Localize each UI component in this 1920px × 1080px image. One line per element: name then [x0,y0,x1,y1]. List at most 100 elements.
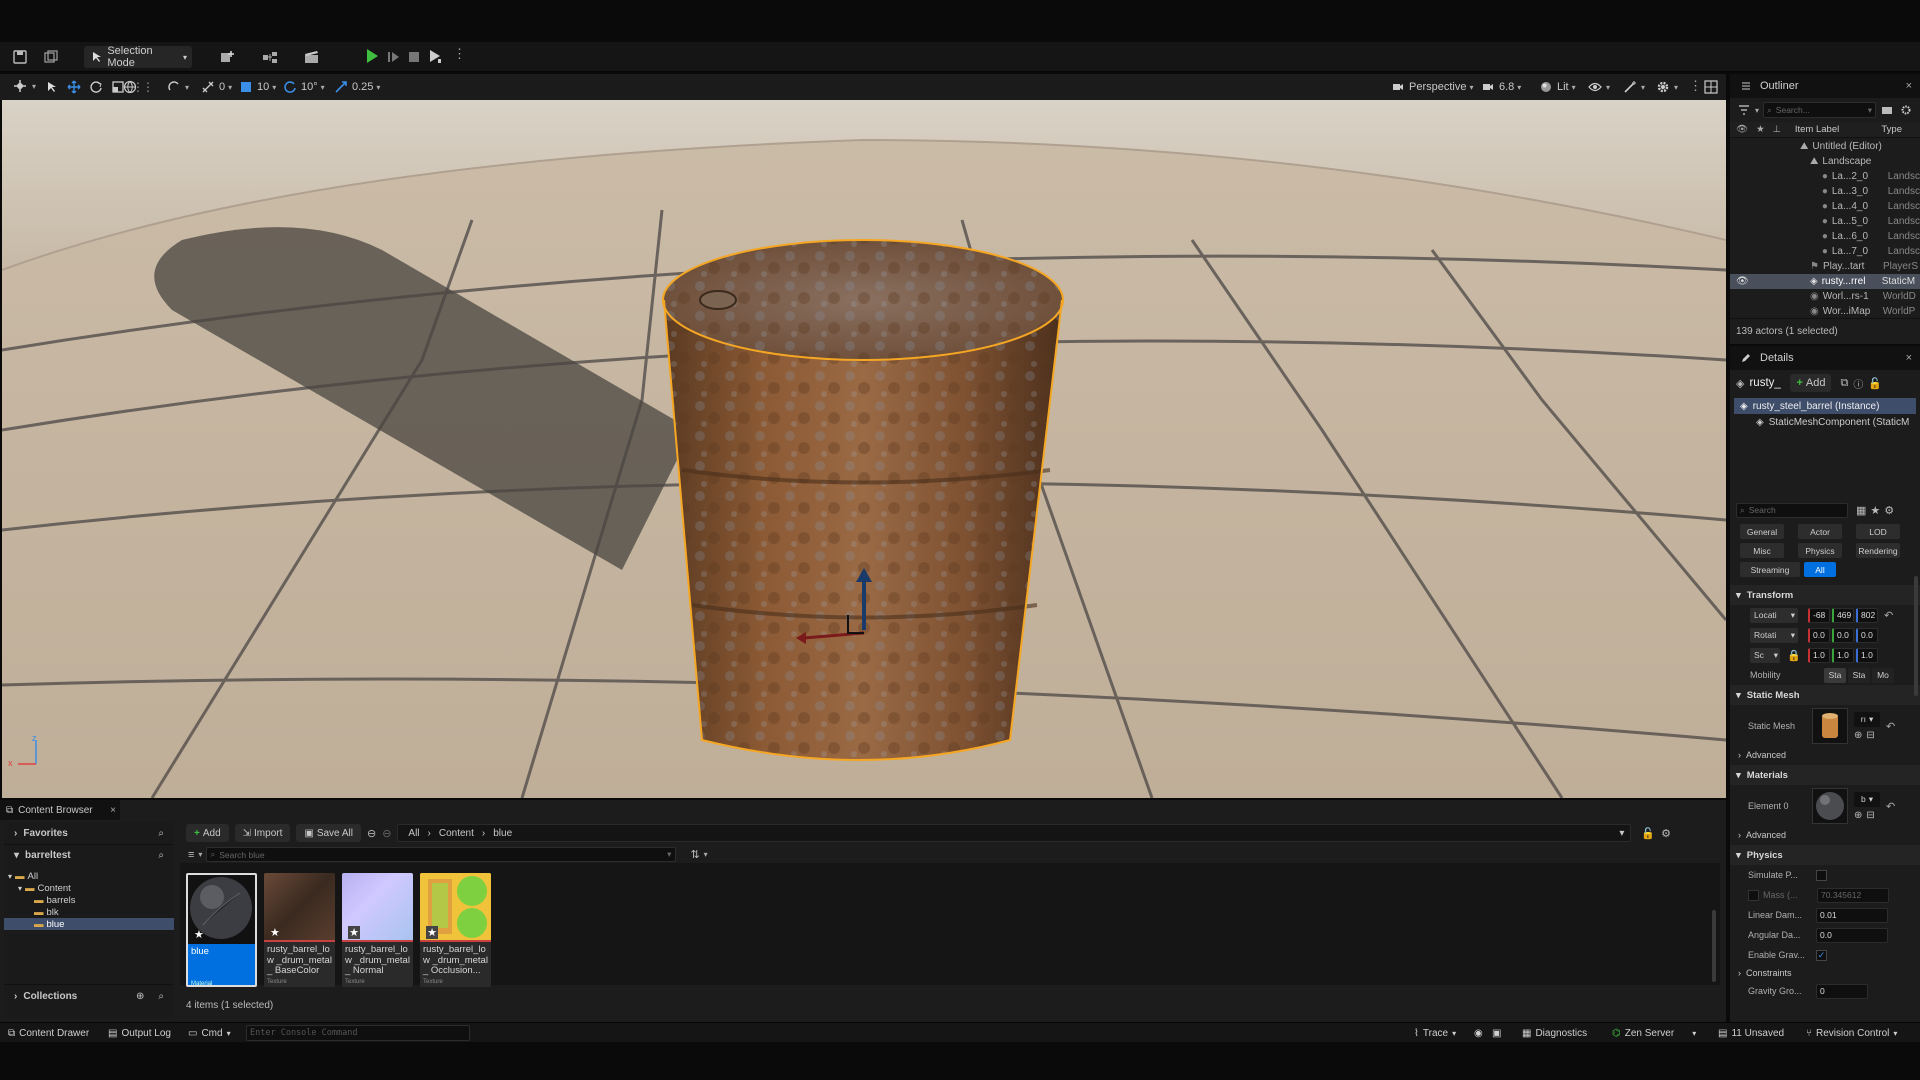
browse-icon[interactable]: ⊕ [1854,810,1862,821]
unsaved-button[interactable]: ▤ 11 Unsaved [1718,1023,1784,1043]
physics-section[interactable]: ▾ Physics [1730,845,1920,865]
list-item[interactable]: ● La...2_0 Landsc [1730,169,1920,184]
output-log-button[interactable]: ▤ Output Log [108,1023,171,1043]
blueprint-icon[interactable] [262,49,278,65]
save-icon[interactable] [12,49,28,65]
mobility-movable[interactable]: Mo [1872,667,1894,683]
scale-x-field[interactable]: 1.0 [1808,647,1830,663]
grid-snap-toggle[interactable]: 0 ▾ [200,79,232,95]
scale-z-field[interactable]: 1.0 [1856,647,1878,663]
static-mesh-advanced[interactable]: › Advanced [1730,747,1920,763]
reset-icon[interactable]: ↶ [1886,800,1895,813]
close-icon[interactable]: × [110,805,116,816]
search-icon[interactable]: ⌕ [158,850,164,861]
grid-size-toggle[interactable]: 10 ▾ [238,79,276,95]
static-mesh-dropdown[interactable]: rı ▾ [1854,711,1880,727]
materials-section[interactable]: ▾ Materials [1730,765,1920,785]
world-local-icon[interactable] [122,79,138,95]
list-item[interactable]: ⛰ Untitled (Editor) [1730,139,1920,154]
constraints-section[interactable]: › Constraints [1730,965,1920,981]
use-selected-icon[interactable]: ⊟ [1866,730,1874,741]
grid-view-icon[interactable]: ▦ [1856,504,1866,517]
rotation-z-field[interactable]: 0.0 [1856,627,1878,643]
reset-icon[interactable]: ↶ [1886,720,1895,733]
browse-icon[interactable]: ⊕ [1854,730,1862,741]
translate-tool-icon[interactable] [66,79,82,95]
outliner-tab[interactable]: Outliner × [1730,74,1920,98]
tree-item-content[interactable]: ▾ ▬ Content [4,882,174,894]
filter-icon[interactable]: ≡ [188,849,194,861]
tree-item-all[interactable]: ▾ ▬ All [4,870,174,882]
filter-physics[interactable]: Physics [1798,543,1842,558]
list-item[interactable]: ● La...7_0 Landsc [1730,244,1920,259]
play-icon[interactable] [364,48,380,64]
details-scrollbar[interactable] [1914,576,1918,696]
browse-level-icon[interactable] [43,49,59,65]
rotation-x-field[interactable]: 0.0 [1808,627,1830,643]
outliner-search-input[interactable]: ⌕ Search... ▾ [1763,102,1876,118]
location-x-field[interactable]: -68 [1808,607,1830,623]
details-search-input[interactable]: ⌕ Search [1736,502,1848,518]
scale-dropdown[interactable]: Sc ▾ [1750,647,1780,663]
breadcrumb-blue[interactable]: blue [493,828,512,839]
selection-mode-dropdown[interactable]: Selection Mode ▾ [84,45,192,69]
mass-override-checkbox[interactable] [1748,889,1759,901]
search-icon[interactable]: ⌕ [158,991,164,1002]
list-item[interactable]: ⚑ Play...tart PlayerS [1730,259,1920,274]
details-tab[interactable]: Details × [1730,346,1920,370]
stop-icon[interactable] [406,49,422,65]
angular-damping-field[interactable]: 0.0 [1816,927,1888,943]
diagnostics-button[interactable]: ▦ Diagnostics [1522,1023,1587,1043]
camera-speed-dropdown[interactable]: 6.8 ▾ [1480,79,1521,95]
viewport-settings-dropdown[interactable]: ▾ [1655,79,1678,95]
view-mode-dropdown[interactable]: Lit ▾ [1538,79,1576,95]
list-item-selected[interactable]: 👁 ◈ rusty...rrel StaticM [1730,274,1920,289]
rotation-y-field[interactable]: 0.0 [1832,627,1854,643]
content-search-input[interactable]: ⌕ Search blue ▾ [206,847,677,862]
trace-dropdown[interactable]: ⌇ Trace ▾ [1414,1023,1456,1043]
use-selected-icon[interactable]: ⊟ [1866,810,1874,821]
material-thumbnail[interactable] [1812,788,1848,824]
list-item[interactable]: ● La...4_0 Landsc [1730,199,1920,214]
launch-icon[interactable] [427,48,443,64]
tree-item-blk[interactable]: ▬ blk [4,906,174,918]
screenshot-icon[interactable]: ▣ [1492,1023,1501,1043]
gear-icon[interactable]: ⚙ [1661,827,1671,840]
back-icon[interactable]: ⊖ [367,827,376,840]
breadcrumb-all[interactable]: All [408,828,419,839]
rotate-tool-icon[interactable] [88,79,104,95]
forward-icon[interactable]: ⊖ [382,827,391,840]
list-item[interactable]: ● La...5_0 Landsc [1730,214,1920,229]
select-tool-icon[interactable] [44,79,60,95]
static-mesh-thumbnail[interactable] [1812,708,1848,744]
revision-control-dropdown[interactable]: ⑂ Revision Control ▾ [1806,1023,1897,1043]
content-browser-tab[interactable]: ⧉ Content Browser × [0,800,120,820]
cmd-dropdown[interactable]: ▭ Cmd ▾ [188,1023,231,1043]
save-all-button[interactable]: ▣ Save All [296,824,361,842]
component-child[interactable]: ◈ StaticMeshComponent (StaticM [1734,414,1916,430]
location-z-field[interactable]: 802 [1856,607,1878,623]
viewport-options-icon[interactable] [12,78,28,94]
filter-streaming[interactable]: Streaming [1740,562,1800,577]
scale-y-field[interactable]: 1.0 [1832,647,1854,663]
rotation-dropdown[interactable]: Rotati ▾ [1750,627,1798,643]
console-input[interactable]: Enter Console Command [246,1025,470,1041]
layout-icon[interactable] [1703,79,1719,95]
gear-icon[interactable]: ⚙ [1884,504,1894,517]
add-folder-icon[interactable] [1880,102,1895,118]
add-actor-icon[interactable] [220,49,236,65]
col-type[interactable]: Type [1881,124,1902,135]
lock-icon[interactable]: 🔓 [1868,377,1882,390]
tree-item-blue[interactable]: ▬ blue [4,918,174,930]
actor-name[interactable]: rusty_ [1749,377,1785,389]
blueprint-icon[interactable]: ⧉ [1840,377,1848,390]
star-icon[interactable]: ★ [1870,504,1880,517]
location-y-field[interactable]: 469 [1832,607,1854,623]
component-root[interactable]: ◈ rusty_steel_barrel (Instance) [1734,398,1916,414]
lock-icon[interactable]: 🔓 [1641,827,1655,840]
import-button[interactable]: ⇲ Import [234,824,291,842]
filter-rendering[interactable]: Rendering [1856,543,1900,558]
chevron-down-icon[interactable]: ▾ [1619,828,1624,839]
add-component-button[interactable]: + Add [1790,374,1832,392]
add-button[interactable]: + Add [186,824,229,842]
